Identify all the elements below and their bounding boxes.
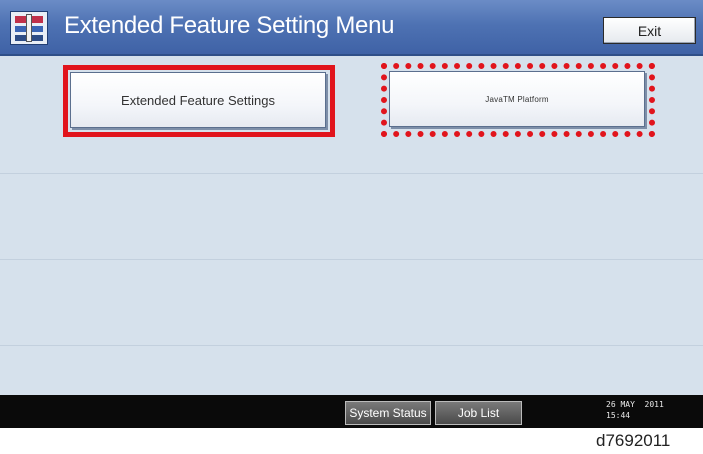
extended-feature-settings-icon	[10, 11, 48, 45]
job-list-button[interactable]: Job List	[435, 401, 522, 425]
exit-button[interactable]: Exit	[603, 17, 696, 44]
date-label: 26 MAY 2011	[606, 400, 664, 409]
page-title: Extended Feature Setting Menu	[64, 12, 395, 39]
row-divider	[0, 345, 703, 346]
java-platform-button[interactable]: JavaTM Platform	[389, 71, 645, 127]
status-bar: System Status Job List 26 MAY 2011 15:44	[0, 395, 703, 428]
figure-caption: d7692011	[596, 431, 671, 450]
system-status-button[interactable]: System Status	[345, 401, 431, 425]
date-time-readout: 26 MAY 2011 15:44	[606, 399, 664, 421]
operation-panel-screen: Extended Feature Setting Menu Exit Exten…	[0, 0, 703, 428]
title-bar: Extended Feature Setting Menu Exit	[0, 0, 703, 56]
row-divider	[0, 173, 703, 174]
row-divider	[0, 259, 703, 260]
extended-feature-settings-button[interactable]: Extended Feature Settings	[70, 72, 326, 128]
time-label: 15:44	[606, 411, 631, 420]
